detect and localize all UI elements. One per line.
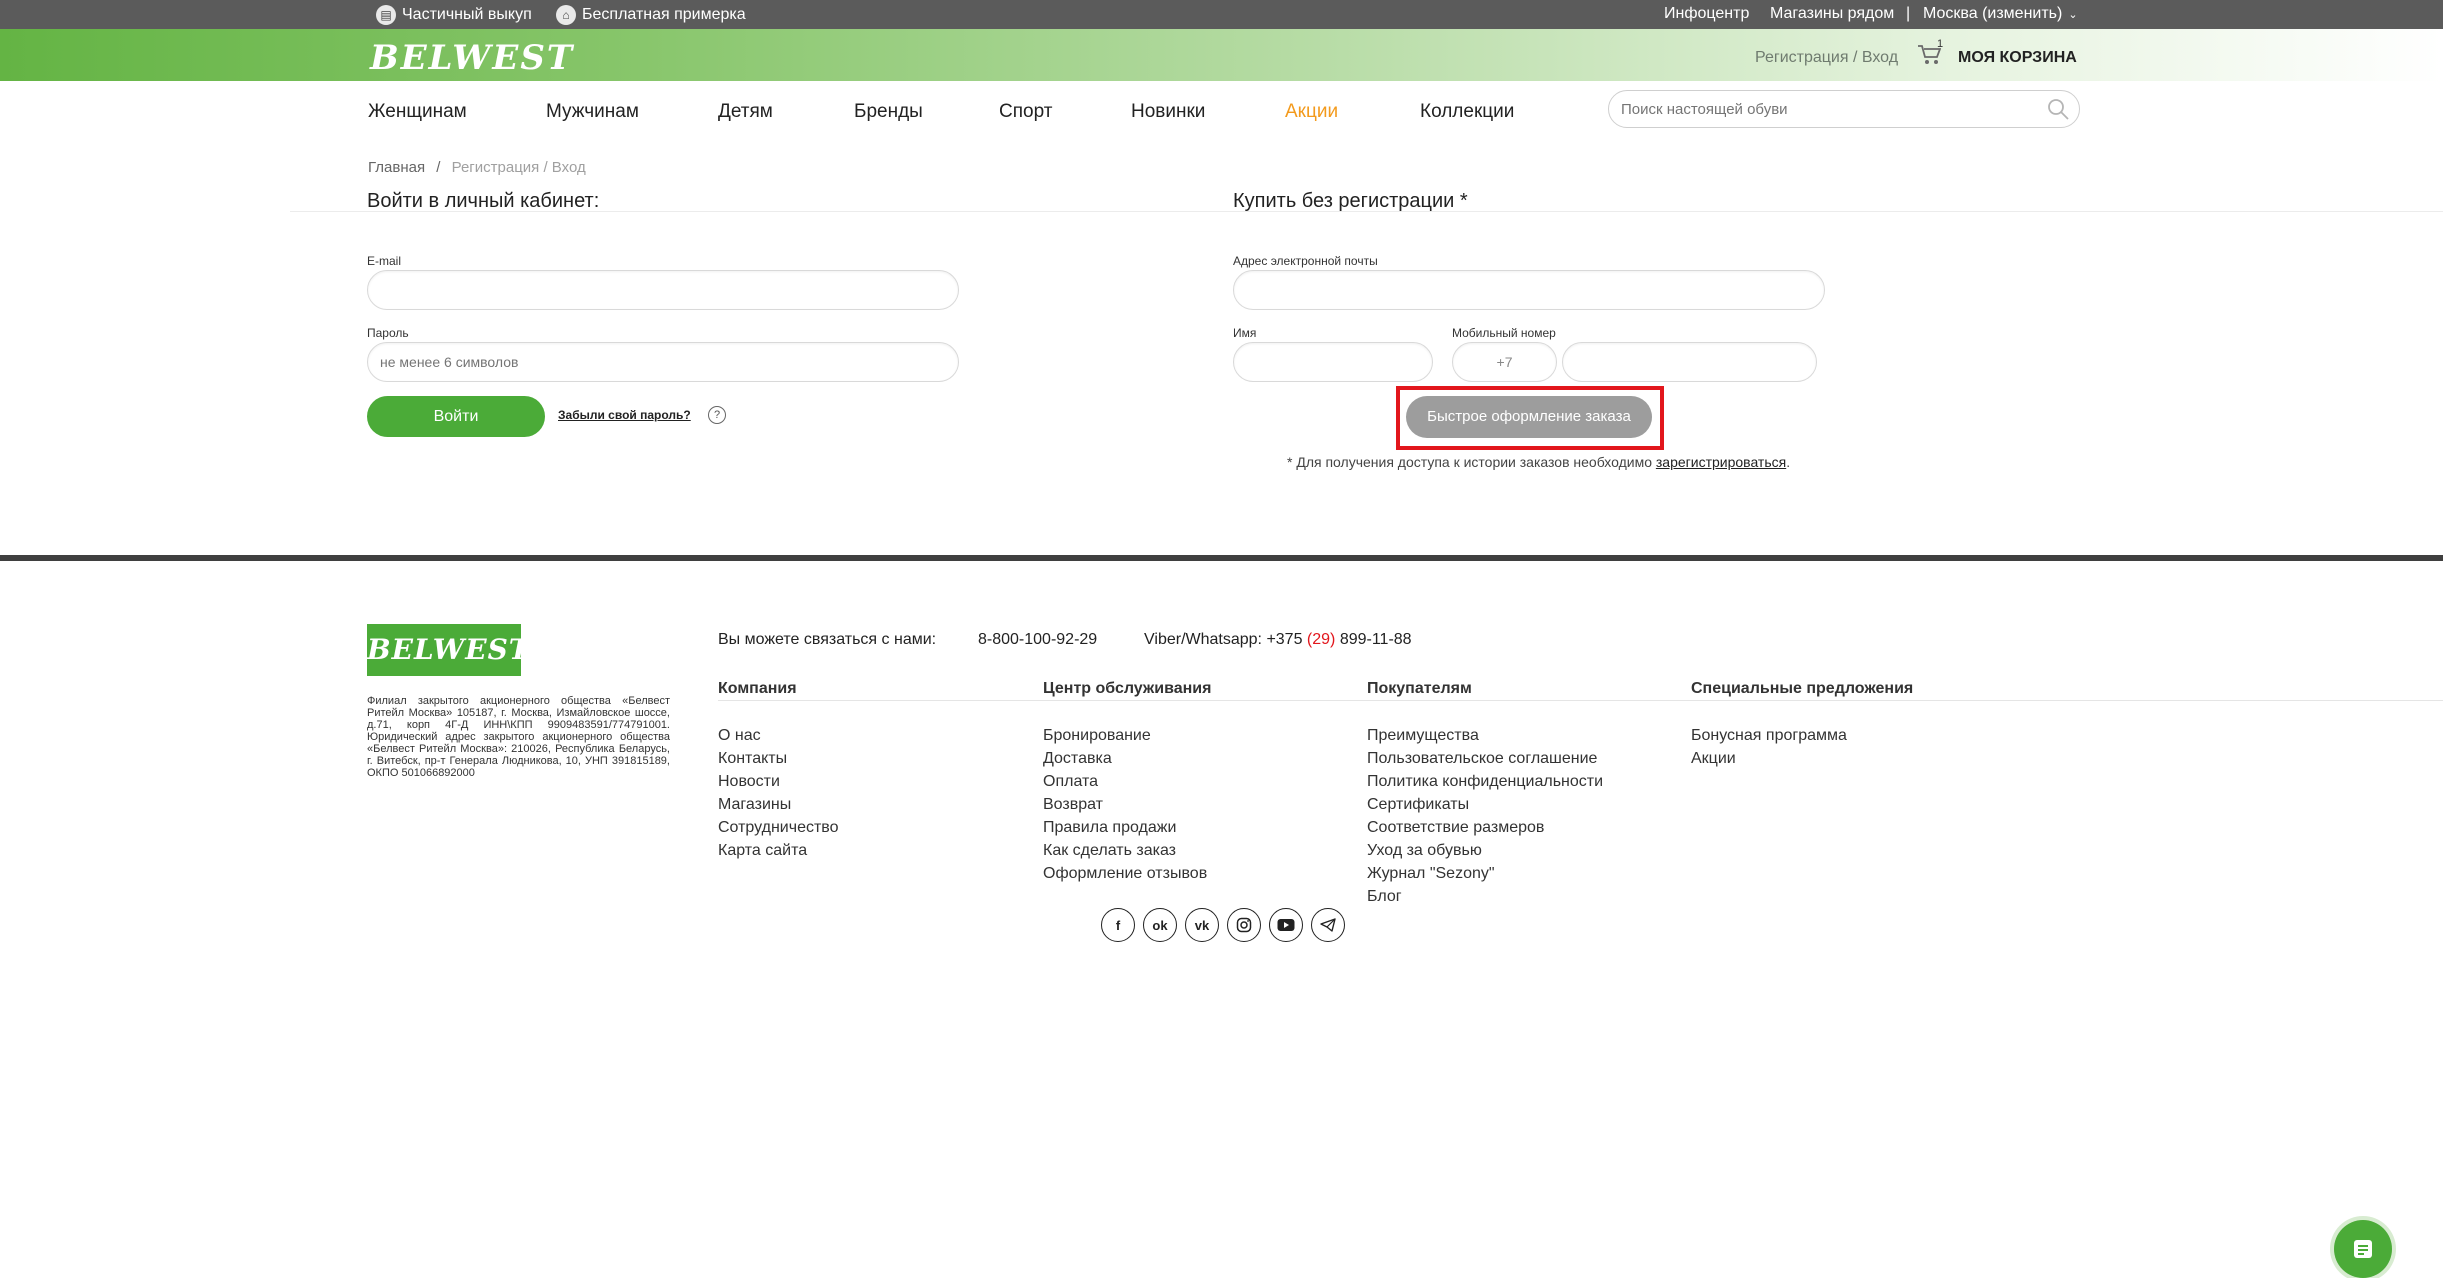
footer-link[interactable]: Как сделать заказ — [1043, 842, 1176, 860]
nav-sport[interactable]: Спорт — [999, 101, 1052, 123]
quick-email-field[interactable] — [1233, 270, 1825, 310]
password-label: Пароль — [367, 326, 409, 340]
footer-link[interactable]: Бронирование — [1043, 727, 1151, 745]
top-bar: ▤ Частичный выкуп ⌂ Бесплатная примерка … — [0, 0, 2443, 29]
register-login-link[interactable]: Регистрация / Вход — [1755, 49, 1898, 67]
footer-link[interactable]: Пользовательское соглашение — [1367, 750, 1597, 768]
instagram-icon[interactable] — [1227, 908, 1261, 942]
infocenter-link[interactable]: Инфоцентр — [1664, 5, 1749, 23]
stores-nearby-link[interactable]: Магазины рядом — [1770, 5, 1894, 23]
footer-link[interactable]: Журнал "Sezony" — [1367, 865, 1495, 883]
footer-link[interactable]: Сотрудничество — [718, 819, 839, 837]
breadcrumb: Главная / Регистрация / Вход — [368, 159, 586, 176]
footer-link[interactable]: Сертификаты — [1367, 796, 1469, 814]
facebook-icon[interactable]: f — [1101, 908, 1135, 942]
footer-link[interactable]: Бонусная программа — [1691, 727, 1847, 745]
search-icon[interactable] — [2046, 97, 2070, 121]
city-label: Москва (изменить) — [1923, 5, 2063, 22]
nav-kids[interactable]: Детям — [718, 101, 773, 123]
footer-link[interactable]: Акции — [1691, 750, 1736, 768]
site-logo[interactable]: BELWEST — [370, 38, 574, 78]
search-input[interactable] — [1608, 90, 2080, 128]
partial-buyout-icon: ▤ — [376, 5, 396, 25]
email-field[interactable] — [367, 270, 959, 310]
login-button[interactable]: Войти — [367, 396, 545, 437]
email-label: E-mail — [367, 254, 402, 268]
breadcrumb-current: Регистрация / Вход — [451, 159, 586, 176]
quick-email-label: Адрес электронной почты — [1233, 254, 1378, 268]
nav-brands[interactable]: Бренды — [854, 101, 923, 123]
breadcrumb-home[interactable]: Главная — [368, 159, 425, 176]
phone-field[interactable] — [1562, 342, 1817, 382]
section-divider — [290, 211, 2443, 212]
chat-icon — [2354, 1240, 2372, 1258]
viber-code: (29) — [1306, 631, 1336, 648]
footer-link[interactable]: Оплата — [1043, 773, 1098, 791]
nav-collections[interactable]: Коллекции — [1420, 101, 1514, 123]
free-fitting-label: Бесплатная примерка — [582, 6, 746, 23]
footer-link[interactable]: Политика конфиденциальности — [1367, 773, 1603, 791]
city-selector[interactable]: Москва (изменить) ⌄ — [1923, 5, 2078, 23]
register-note: * Для получения доступа к истории заказо… — [1287, 454, 1790, 470]
footer-link[interactable]: Оформление отзывов — [1043, 865, 1207, 883]
footer-link[interactable]: О нас — [718, 727, 761, 745]
footer-link[interactable]: Преимущества — [1367, 727, 1479, 745]
footer-col-buyers-title: Покупателям — [1367, 680, 1472, 697]
name-label: Имя — [1233, 326, 1257, 340]
phone-prefix: +7 — [1452, 342, 1557, 382]
forgot-password-link[interactable]: Забыли свой пароль? — [558, 408, 691, 422]
nav-women[interactable]: Женщинам — [368, 101, 467, 123]
youtube-icon[interactable] — [1269, 908, 1303, 942]
viber-prefix: Viber/Whatsapp: +375 — [1144, 631, 1307, 648]
footer-link[interactable]: Возврат — [1043, 796, 1103, 814]
breadcrumb-separator: / — [436, 159, 441, 176]
register-note-text: * Для получения доступа к истории заказо… — [1287, 454, 1656, 470]
footer-top-border — [0, 555, 2443, 561]
quick-order-button[interactable]: Быстрое оформление заказа — [1406, 396, 1652, 438]
quick-buy-title: Купить без регистрации * — [1233, 190, 1468, 212]
footer-col-offers-title: Специальные предложения — [1691, 680, 1914, 697]
footer-divider — [718, 700, 2443, 701]
partial-buyout-link[interactable]: ▤ Частичный выкуп — [376, 5, 532, 25]
vk-icon[interactable]: vk — [1185, 908, 1219, 942]
footer-link[interactable]: Доставка — [1043, 750, 1112, 768]
nav-new[interactable]: Новинки — [1131, 101, 1205, 123]
partial-buyout-label: Частичный выкуп — [402, 6, 532, 23]
footer-logo[interactable]: BELWEST — [367, 624, 530, 676]
footer-link[interactable]: Правила продажи — [1043, 819, 1176, 837]
chat-widget-button[interactable] — [2334, 1220, 2392, 1278]
telegram-icon[interactable] — [1311, 908, 1345, 942]
footer-link[interactable]: Контакты — [718, 750, 787, 768]
help-icon[interactable]: ? — [708, 406, 726, 424]
free-fitting-icon: ⌂ — [556, 5, 576, 25]
hotline-phone[interactable]: 8-800-100-92-29 — [978, 631, 1097, 649]
footer-link[interactable]: Магазины — [718, 796, 791, 814]
odnoklassniki-icon[interactable]: ok — [1143, 908, 1177, 942]
nav-men[interactable]: Мужчинам — [546, 101, 639, 123]
viber-number: 899-11-88 — [1335, 631, 1412, 648]
register-note-end: . — [1786, 454, 1791, 470]
footer-link[interactable]: Уход за обувью — [1367, 842, 1482, 860]
footer-col-service-title: Центр обслуживания — [1043, 680, 1212, 697]
password-field[interactable] — [367, 342, 959, 382]
footer-link[interactable]: Карта сайта — [718, 842, 807, 860]
my-cart-link[interactable]: МОЯ КОРЗИНА — [1958, 49, 2077, 67]
free-fitting-link[interactable]: ⌂ Бесплатная примерка — [556, 5, 746, 25]
name-field[interactable] — [1233, 342, 1433, 382]
footer-link[interactable]: Новости — [718, 773, 780, 791]
footer-col-company-title: Компания — [718, 680, 797, 697]
contact-label: Вы можете связаться с нами: — [718, 631, 937, 648]
nav-sale[interactable]: Акции — [1285, 101, 1338, 123]
register-link[interactable]: зарегистрироваться — [1656, 454, 1786, 470]
topbar-separator: | — [1906, 5, 1911, 22]
chevron-down-icon: ⌄ — [2068, 8, 2078, 21]
login-title: Войти в личный кабинет: — [367, 190, 600, 212]
viber-whatsapp[interactable]: Viber/Whatsapp: +375 (29) 899-11-88 — [1144, 631, 1412, 649]
footer-legal-text: Филиал закрытого акционерного общества «… — [367, 695, 670, 779]
cart-count-badge: 1 — [1937, 38, 1944, 50]
footer-link[interactable]: Соответствие размеров — [1367, 819, 1544, 837]
footer-link[interactable]: Блог — [1367, 888, 1402, 906]
phone-label: Мобильный номер — [1452, 326, 1556, 340]
